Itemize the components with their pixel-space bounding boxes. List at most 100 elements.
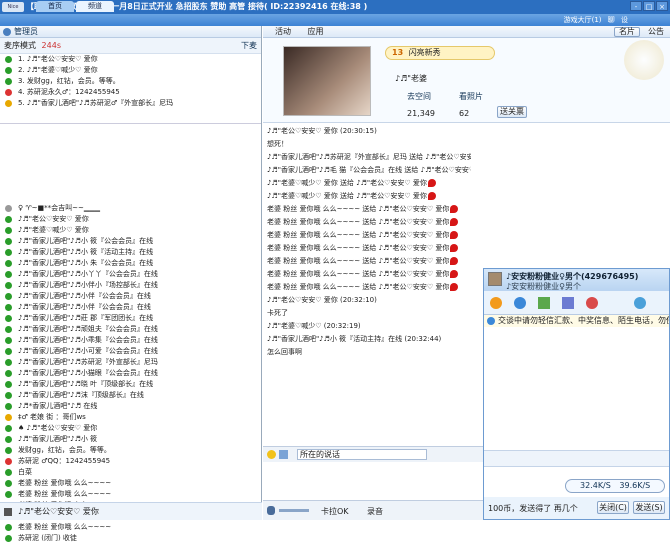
remote-icon[interactable]	[562, 297, 574, 309]
user-icon	[5, 315, 12, 322]
queue-item[interactable]: 4. 苏研泥永久♂：1242455945	[0, 87, 261, 98]
user-icon	[5, 56, 12, 63]
format-icon[interactable]	[279, 450, 288, 459]
member-row[interactable]: ♪♬"香家儿酒吧"♪♬顽姐夫『公会会员』在线	[0, 324, 261, 335]
photos-link[interactable]: 看照片	[459, 91, 483, 102]
member-row[interactable]: ‡♂ 老娘 街 ：哥们ws	[0, 412, 261, 423]
record-button[interactable]: 录音	[367, 506, 383, 517]
member-row[interactable]: ♪♬"香家儿酒吧"♪♬小 朱『公会会员』在线	[0, 258, 261, 269]
member-row[interactable]: 苏研泥 (闭门) 收徒	[0, 533, 261, 544]
notice-button[interactable]: 公告	[648, 26, 664, 38]
member-row[interactable]: ♠ ♪♬"老公♡安安♡ 爱你	[0, 423, 261, 434]
game-hall-link[interactable]: 游戏大厅(1)	[564, 16, 602, 24]
qq-title-bar: ♪安安粉粉健业♀男个(429676495) ♪安安粉粉健业♀男个	[484, 269, 669, 291]
chat-line: ♪♬"香家儿酒吧"♪♬毛 猫『公会会员』在线 送给 ♪♬"老公♡安安♡ 爱你	[267, 164, 471, 177]
queue-item[interactable]: 2. ♪♬"老婆♡喊少♡ 爱你	[0, 65, 261, 76]
member-row[interactable]: ♪♬"香家儿酒吧"♪♬沫『顶级部长』在线	[0, 390, 261, 401]
profile-nick: ♪♬"老婆	[395, 74, 427, 83]
tab-home[interactable]: 首页	[36, 1, 74, 12]
mic-icon[interactable]	[267, 506, 275, 515]
member-row[interactable]: 老婆 粉丝 爱你哦 么么~~~~	[0, 522, 261, 533]
card-button[interactable]: 名片	[614, 27, 640, 37]
close-button[interactable]: ×	[656, 1, 668, 11]
avatar[interactable]	[283, 46, 371, 116]
member-row[interactable]: ♪♬"香家儿酒吧"♪♬小伴『公会会员』在线	[0, 302, 261, 313]
tab-channel[interactable]: 频道	[76, 1, 114, 12]
apps-button[interactable]: 应用	[308, 27, 324, 36]
member-row[interactable]: ♪♬"香家儿酒吧"♪♬小伴『公会会员』在线	[0, 291, 261, 302]
chat-line: 老婆 粉丝 爱你哦 么么~~~~ 送给 ♪♬"老公♡安安♡ 爱你	[267, 281, 471, 294]
input-toolbar: 所在的说话	[263, 446, 483, 462]
member-row[interactable]: 白菜	[0, 467, 261, 478]
user-icon	[5, 260, 12, 267]
minimize-button[interactable]: -	[630, 1, 642, 11]
space-link[interactable]: 去空间	[407, 91, 431, 102]
member-row[interactable]: 老婆 粉丝 爱你哦 么么~~~~	[0, 478, 261, 489]
karaoke-toggle[interactable]: 卡拉OK	[321, 506, 349, 517]
qq-close-button[interactable]: 关闭(C)	[597, 501, 629, 514]
user-icon	[5, 238, 12, 245]
user-icon	[5, 403, 12, 410]
qq-input[interactable]: 32.4K/S 39.6K/S	[484, 467, 669, 497]
queue-item[interactable]: 3. 发财gg，红钻，会员。等等。	[0, 76, 261, 87]
chat-line: 老婆 粉丝 爱你哦 么么~~~~ 送给 ♪♬"老公♡安安♡ 爱你	[267, 268, 471, 281]
bottom-bar: 卡拉OK 录音	[263, 500, 483, 520]
member-row[interactable]: ♪♬"香家儿酒吧"♪♬小猫眼『公会会员』在线	[0, 368, 261, 379]
voice-icon[interactable]	[514, 297, 526, 309]
contact-avatar[interactable]	[488, 272, 502, 286]
chat-link[interactable]: 聊	[608, 16, 615, 24]
rose-icon	[427, 179, 436, 187]
message-input[interactable]	[263, 462, 483, 500]
user-icon	[5, 67, 12, 74]
member-row[interactable]: ♪♬"香家儿酒吧"♪♬莊 郡『军团团长』在线	[0, 313, 261, 324]
member-row[interactable]: ♪♬*香家儿酒吧"♪♬ 在线	[0, 401, 261, 412]
admin-header[interactable]: 管理员	[0, 26, 261, 38]
edit-icon[interactable]	[4, 508, 12, 516]
user-icon	[5, 271, 12, 278]
mic-count: 244s	[41, 41, 61, 50]
maximize-button[interactable]: □	[643, 1, 655, 11]
user-icon	[5, 326, 12, 333]
volume-slider[interactable]	[279, 509, 309, 512]
member-row[interactable]: ♪♬"香家儿酒吧"♪♬小 筱『公会会员』在线	[0, 236, 261, 247]
qq-send-button[interactable]: 发送(S)	[633, 501, 665, 514]
member-row[interactable]: 苏研泥 ♂QQ：1242455945	[0, 456, 261, 467]
emoji-icon[interactable]	[267, 450, 276, 459]
mid-toolbar: 活动 应用 名片 公告	[263, 26, 670, 38]
qq-footer-text: 100币，发送得了 再几个	[488, 504, 578, 513]
member-row[interactable]: ♪♬"香家儿酒吧"♪♬苏研泥『外宣部长』尼玛	[0, 357, 261, 368]
member-row[interactable]: ♪♬"香家儿酒吧"♪♬小丫丫『公会会员』在线	[0, 269, 261, 280]
member-row[interactable]: 发财gg，红钻，会员。等等。	[0, 445, 261, 456]
speed-indicator: 32.4K/S 39.6K/S	[565, 479, 665, 493]
settings-link[interactable]: 设	[621, 16, 628, 24]
more-icon[interactable]	[634, 297, 646, 309]
info-icon	[487, 317, 495, 325]
queue-item[interactable]: 1. ♪♬"老公♡安安♡ 爱你	[0, 54, 261, 65]
queue-item[interactable]: 5. ♪♬"香家儿酒吧"♪♬苏研泥♂『外宣部长』尼玛	[0, 98, 261, 109]
user-icon	[5, 392, 12, 399]
user-icon	[5, 337, 12, 344]
target-select[interactable]: 所在的说话	[297, 449, 427, 460]
member-row[interactable]: ♪♬"老公♡安安♡ 爱你	[0, 214, 261, 225]
qq-message-area	[484, 327, 669, 451]
user-icon	[5, 414, 12, 421]
member-row[interactable]: ♪♬"老婆♡喊少♡ 爱你	[0, 225, 261, 236]
chat-line: ♪♬"老婆♡喊少♡ 爱你 送给 ♪♬"老公♡安安♡ 爱你	[267, 177, 471, 190]
member-row[interactable]: 老婆 粉丝 爱你哦 么么~~~~	[0, 489, 261, 500]
member-row[interactable]: ♪♬"香家儿酒吧"♪♬小可爱『公会会员』在线	[0, 346, 261, 357]
mic-down-button[interactable]: 下麦	[241, 38, 257, 54]
activity-button[interactable]: 活动	[275, 27, 291, 36]
video-icon[interactable]	[490, 297, 502, 309]
member-row[interactable]: ♀ ♈~■**会吉叫~~▁▁▁	[0, 203, 261, 214]
member-row[interactable]: ♪♬"香家儿酒吧"♪♬小 筱	[0, 434, 261, 445]
invite-icon[interactable]	[586, 297, 598, 309]
top-right-menu: 游戏大厅(1) 聊 设	[564, 14, 628, 26]
member-row[interactable]: ♪♬"香家儿酒吧"♪♬晓 叶『顶级部长』在线	[0, 379, 261, 390]
user-icon	[5, 370, 12, 377]
rose-icon	[450, 270, 459, 278]
member-row[interactable]: ♪♬"香家儿酒吧"♪♬小乖集『公会会员』在线	[0, 335, 261, 346]
member-row[interactable]: ♪♬"香家儿酒吧"♪♬小 筱『活动主持』在线	[0, 247, 261, 258]
follow-button[interactable]: 送关票	[497, 106, 527, 118]
file-icon[interactable]	[538, 297, 550, 309]
member-row[interactable]: ♪♬"香家儿酒吧"♪♬小伴小『场控部长』在线	[0, 280, 261, 291]
